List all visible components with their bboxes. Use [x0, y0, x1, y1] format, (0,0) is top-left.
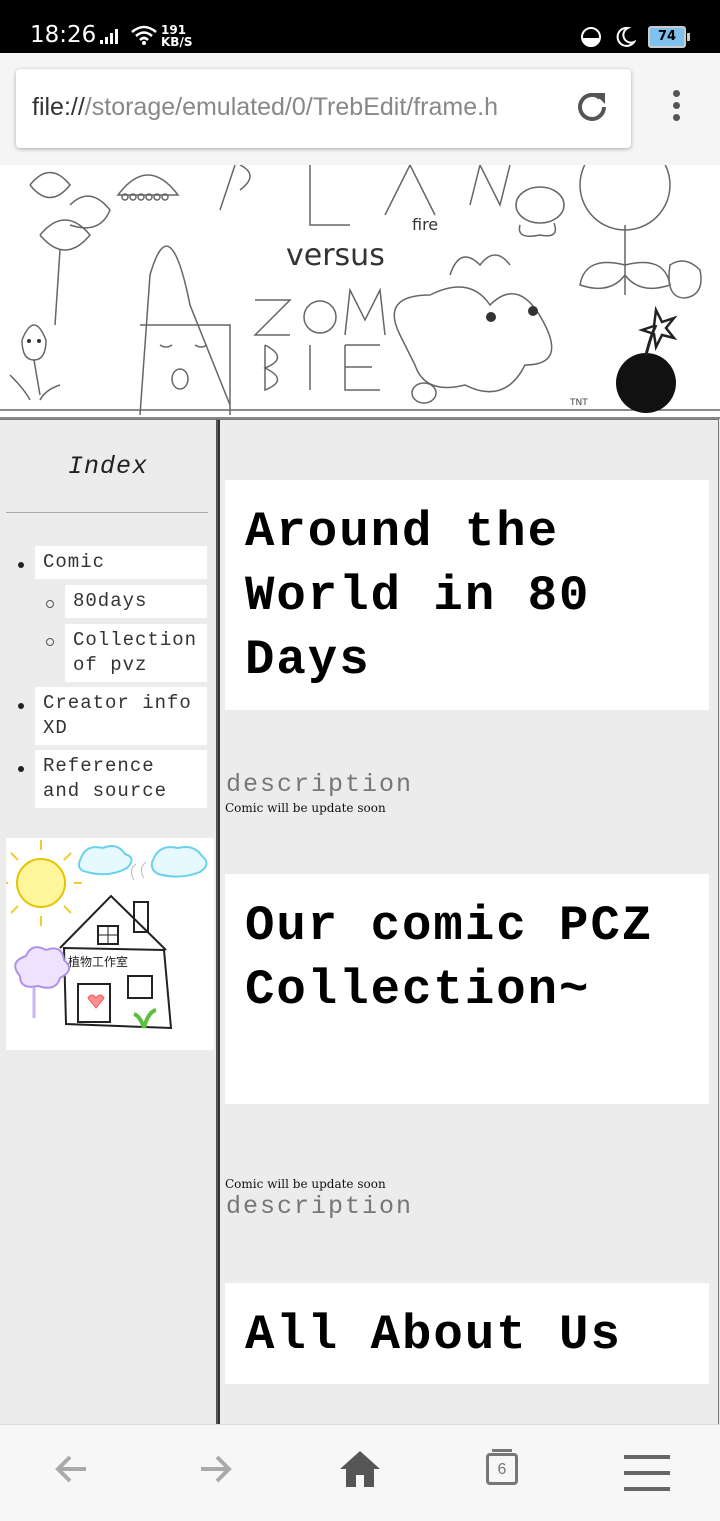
house-doodle-image: 植物工作室	[0, 840, 208, 1030]
moon-icon	[616, 26, 636, 47]
nav-item-collection-of-pvz[interactable]: Collection of pvz	[65, 624, 207, 682]
nav-item-80days[interactable]: 80days	[65, 585, 207, 618]
overflow-menu-icon[interactable]	[666, 90, 686, 130]
section-title-pcz-collection: Our comic PCZ Collection~	[225, 874, 709, 1104]
banner-text-fire: fire	[412, 215, 438, 234]
signal-icon	[100, 29, 118, 44]
index-divider	[6, 512, 208, 513]
status-bar: 18:26 191 KB/S 74	[0, 0, 720, 53]
wifi-icon	[131, 25, 157, 45]
index-title: Index	[67, 452, 148, 481]
nav-label: Collection of pvz	[73, 629, 198, 676]
reload-icon[interactable]	[572, 87, 612, 127]
data-saver-icon	[581, 27, 601, 47]
status-time: 18:26	[30, 22, 97, 48]
update-note: Comic will be update soon	[225, 801, 386, 815]
url-scheme: file://	[32, 93, 85, 121]
url-path: /storage/emulated/0/TrebEdit/frame.h	[84, 93, 498, 121]
plants-vs-zombies-doodle: versus fire TNT	[0, 165, 720, 416]
network-speed: 191 KB/S	[161, 24, 192, 48]
update-note: Comic will be update soon	[225, 1177, 386, 1191]
bullet-icon	[18, 703, 24, 709]
nav-item-reference-and-source[interactable]: Reference and source	[35, 750, 207, 808]
description-label: description	[226, 1192, 414, 1221]
section-title-80days: Around the World in 80 Days	[225, 480, 709, 710]
browser-bottom-bar: 6	[0, 1424, 720, 1521]
banner-text-versus: versus	[286, 238, 385, 273]
bullet-icon	[18, 766, 24, 772]
section-title-about-us: All About Us	[225, 1283, 709, 1384]
description-label: description	[226, 770, 414, 799]
battery-icon: 74	[648, 26, 690, 48]
browser-toolbar: file:///storage/emulated/0/TrebEdit/fram…	[0, 53, 720, 165]
house-drawing: 植物工作室	[0, 838, 214, 1050]
nav-label: Creator info XD	[43, 692, 192, 739]
section-title-text: Around the World in 80 Days	[245, 504, 591, 688]
home-icon[interactable]	[338, 1449, 382, 1489]
section-title-text: Our comic PCZ Collection~	[245, 898, 654, 1018]
forward-arrow-icon[interactable]	[195, 1449, 235, 1489]
circle-bullet-icon	[46, 638, 54, 646]
nav-label: 80days	[73, 590, 148, 612]
back-arrow-icon[interactable]	[52, 1449, 92, 1489]
banner-image: versus fire TNT	[0, 165, 720, 419]
index-frame: Index Comic 80days Collection of pvz Cre…	[0, 419, 218, 1425]
address-bar[interactable]: file:///storage/emulated/0/TrebEdit/fram…	[16, 69, 631, 148]
content-frame: Around the World in 80 Days description …	[218, 419, 719, 1426]
speed-unit: KB/S	[161, 35, 193, 49]
banner-text-tnt: TNT	[569, 398, 588, 408]
tabs-button[interactable]: 6	[486, 1453, 518, 1485]
section-title-text: All About Us	[245, 1307, 622, 1363]
url-text[interactable]: file:///storage/emulated/0/TrebEdit/fram…	[32, 93, 552, 122]
nav-label: Reference and source	[43, 755, 168, 802]
bullet-icon	[18, 562, 24, 568]
nav-item-comic[interactable]: Comic	[35, 546, 207, 579]
battery-level: 74	[648, 26, 686, 48]
nav-label: Comic	[43, 551, 106, 573]
nav-item-creator-info[interactable]: Creator info XD	[35, 687, 207, 745]
hamburger-menu-icon[interactable]	[624, 1455, 670, 1491]
circle-bullet-icon	[46, 600, 54, 608]
house-sign-text: 植物工作室	[68, 954, 128, 969]
